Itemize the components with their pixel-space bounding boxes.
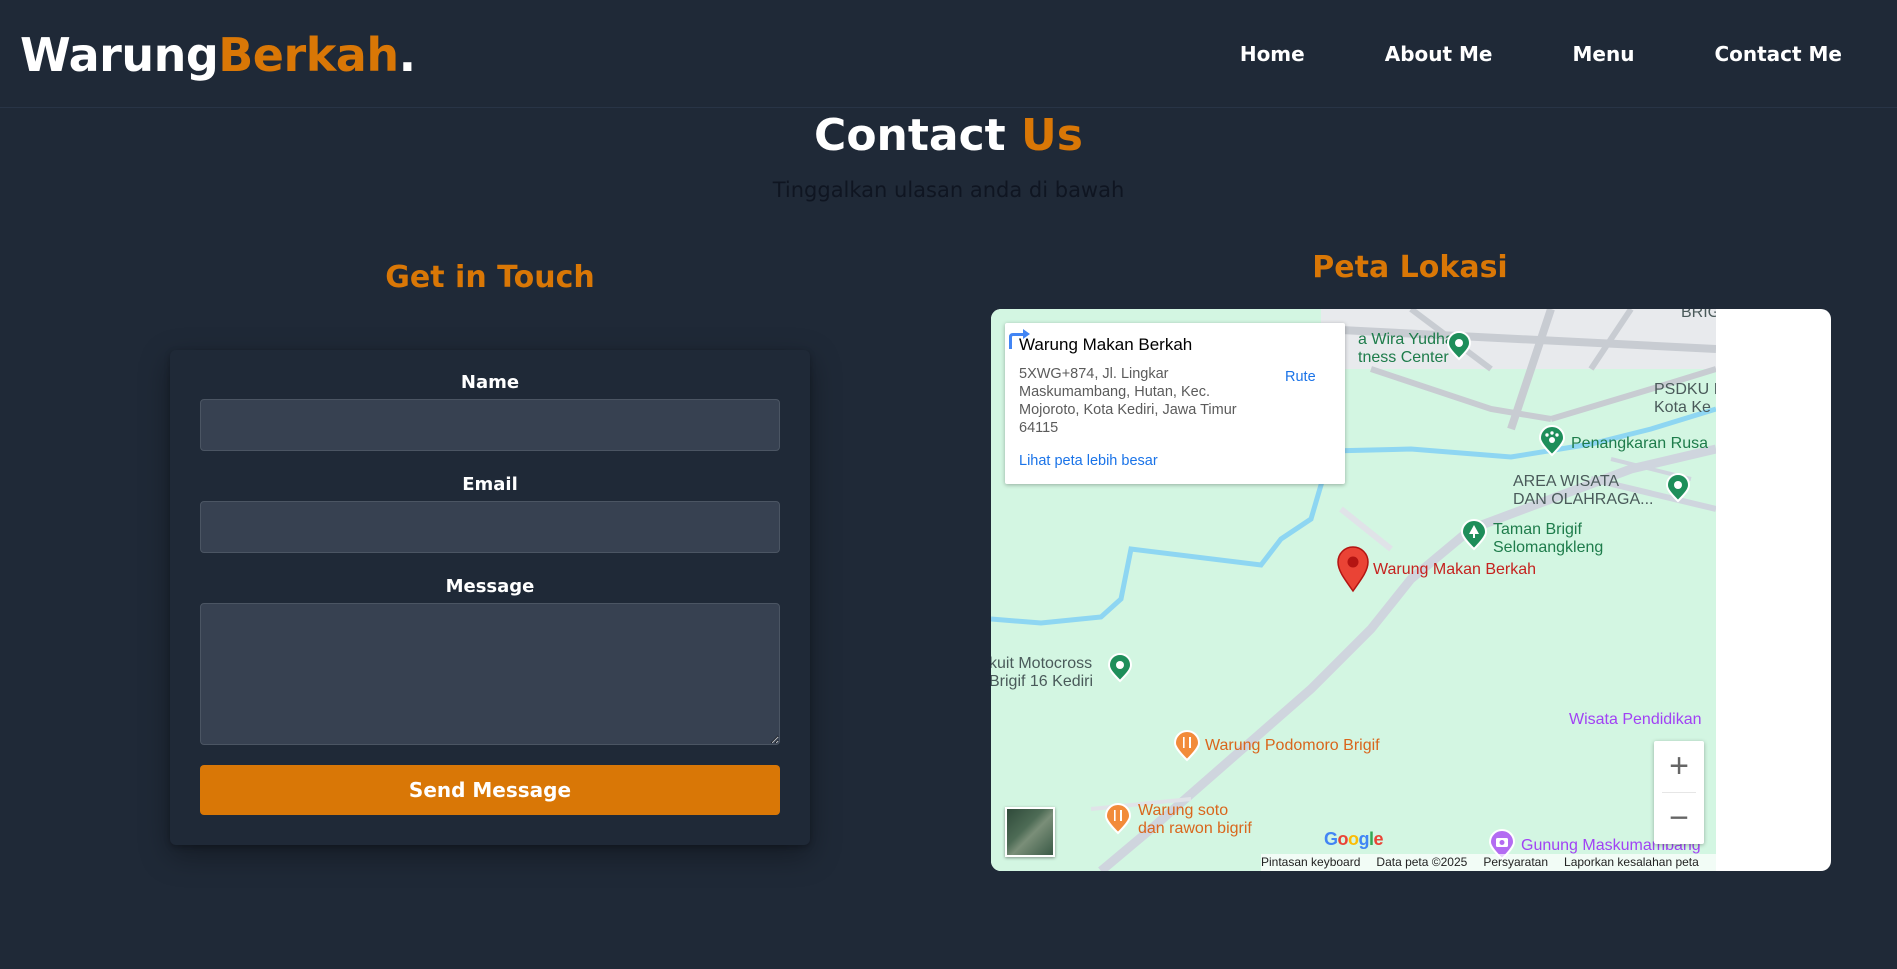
- google-logo: Google: [1324, 829, 1384, 849]
- poi-warung-soto[interactable]: Warung soto dan rawon bigrif: [1138, 802, 1252, 838]
- brand-logo[interactable]: WarungBerkah.: [20, 28, 416, 82]
- email-label: Email: [462, 474, 518, 495]
- poi-label: AREA WISATA: [1513, 473, 1620, 490]
- tree-icon[interactable]: [1460, 519, 1488, 551]
- poi-area-wisata[interactable]: AREA WISATA DAN OLAHRAGA...: [1513, 473, 1653, 509]
- zoom-in-button[interactable]: +: [1654, 741, 1704, 791]
- poi-penangkaran[interactable]: Penangkaran Rusa: [1571, 435, 1708, 453]
- route-link[interactable]: Rute: [1285, 369, 1316, 385]
- poi-label: Taman Brigif: [1493, 521, 1582, 538]
- park-pin-icon[interactable]: [1665, 473, 1691, 503]
- poi-label: a Wira Yudha: [1358, 331, 1454, 348]
- directions-icon[interactable]: [1005, 323, 1033, 351]
- main-nav: Home About Me Menu Contact Me: [1160, 42, 1842, 66]
- navbar: WarungBerkah. Home About Me Menu Contact…: [0, 0, 1897, 108]
- name-field[interactable]: [200, 399, 780, 451]
- poi-label: Selomangkleng: [1493, 539, 1604, 556]
- zoom-out-button[interactable]: −: [1654, 793, 1704, 843]
- larger-map-link[interactable]: Lihat peta lebih besar: [1019, 453, 1158, 469]
- map-canvas[interactable]: Warung Makan Berkah 5XWG+874, Jl. Lingka…: [991, 309, 1716, 871]
- location-pin-icon[interactable]: [1335, 545, 1371, 593]
- send-message-button[interactable]: Send Message: [200, 765, 780, 815]
- fork-knife-icon[interactable]: [1173, 730, 1201, 762]
- poi-taman-brigif[interactable]: Taman Brigif Selomangkleng: [1493, 521, 1603, 557]
- page-subtitle: Tinggalkan ulasan anda di bawah: [772, 178, 1125, 202]
- park-pin-icon[interactable]: [1446, 331, 1472, 361]
- poi-warung-podomoro[interactable]: Warung Podomoro Brigif: [1205, 737, 1380, 755]
- nav-menu[interactable]: Menu: [1572, 42, 1634, 66]
- brand-part1: Warung: [20, 28, 219, 82]
- title-accent: Us: [1021, 110, 1083, 161]
- map-attribution: Pintasan keyboard Data peta ©2025 Persya…: [1261, 854, 1716, 871]
- place-info-card: Warung Makan Berkah 5XWG+874, Jl. Lingka…: [1005, 323, 1345, 484]
- contact-heading: Get in Touch: [385, 260, 595, 295]
- poi-label: DAN OLAHRAGA...: [1513, 491, 1654, 508]
- poi-label: kuit Motocross: [991, 655, 1093, 672]
- message-field[interactable]: [200, 603, 780, 745]
- poi-psdku[interactable]: PSDKU I Kota Ke: [1654, 381, 1716, 417]
- contact-form: Name Email Message Send Message: [170, 350, 810, 845]
- nav-home[interactable]: Home: [1240, 42, 1305, 66]
- report-error-link[interactable]: Laporkan kesalahan peta: [1564, 854, 1699, 871]
- nav-contact[interactable]: Contact Me: [1714, 42, 1842, 66]
- name-label: Name: [460, 372, 520, 393]
- poi-label: dan rawon bigrif: [1138, 820, 1252, 837]
- park-pin-icon[interactable]: [1107, 653, 1133, 683]
- poi-brig[interactable]: BRIG: [1681, 309, 1716, 322]
- poi-warung-makan-berkah[interactable]: Warung Makan Berkah: [1373, 561, 1536, 579]
- title-main: Contact: [814, 110, 1006, 161]
- poi-label: Kota Ke: [1654, 399, 1711, 416]
- map-heading: Peta Lokasi: [1312, 250, 1508, 285]
- page-title: Contact Us: [0, 110, 1897, 161]
- message-label: Message: [445, 576, 535, 597]
- place-name: Warung Makan Berkah: [1019, 335, 1193, 354]
- poi-label: PSDKU I: [1654, 381, 1716, 398]
- keyboard-shortcuts-link[interactable]: Pintasan keyboard: [1261, 854, 1360, 871]
- nav-about[interactable]: About Me: [1385, 42, 1493, 66]
- poi-label: Warung soto: [1138, 802, 1229, 819]
- map-embed[interactable]: Warung Makan Berkah 5XWG+874, Jl. Lingka…: [991, 309, 1831, 871]
- poi-wira-yudha[interactable]: a Wira Yudha tness Center: [1358, 331, 1454, 367]
- email-field[interactable]: [200, 501, 780, 553]
- poi-label: tness Center: [1358, 349, 1449, 366]
- poi-label: Brigif 16 Kediri: [991, 673, 1094, 690]
- map-data-label: Data peta ©2025: [1376, 855, 1468, 869]
- poi-wisata-pendidikan[interactable]: Wisata Pendidikan: [1569, 711, 1702, 729]
- zoom-controls: + −: [1654, 741, 1704, 844]
- place-address: 5XWG+874, Jl. Lingkar Maskumambang, Huta…: [1019, 366, 1237, 436]
- satellite-toggle[interactable]: [1005, 807, 1055, 857]
- poi-motocross[interactable]: kuit Motocross Brigif 16 Kediri: [991, 655, 1093, 691]
- brand-dot: .: [398, 28, 416, 82]
- terms-link[interactable]: Persyaratan: [1483, 854, 1548, 871]
- paw-icon[interactable]: [1538, 425, 1566, 457]
- fork-knife-icon[interactable]: [1104, 803, 1132, 835]
- brand-part2: Berkah: [218, 28, 399, 82]
